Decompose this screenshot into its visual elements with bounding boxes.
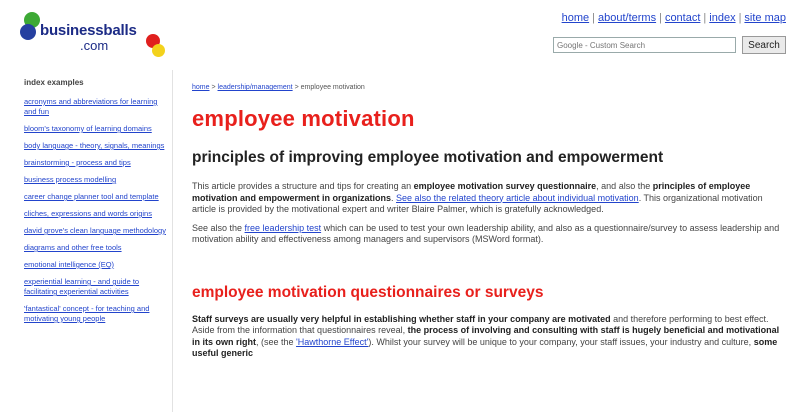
breadcrumb-separator: > xyxy=(294,84,299,91)
sidebar-link[interactable]: emotional intelligence (EQ) xyxy=(24,260,114,269)
sidebar-link[interactable]: brainstorming - process and tips xyxy=(24,158,131,167)
nav-separator: | xyxy=(592,12,595,24)
sidebar-link[interactable]: business process modelling xyxy=(24,175,116,184)
site-header: businessballs .com home | about/terms | cont… xyxy=(0,0,792,68)
nav-link-about[interactable]: about/terms xyxy=(598,12,656,24)
list-item: experiential learning - and guide to fac… xyxy=(24,277,166,297)
paragraph-bold: employee motivation survey questionnaire xyxy=(413,181,597,191)
search-button[interactable]: Search xyxy=(742,36,786,54)
sidebar-title: index examples xyxy=(24,78,84,87)
page-subtitle: principles of improving employee motivat… xyxy=(192,149,664,166)
main-content: home > leadership/management > employee … xyxy=(192,70,784,412)
surveys-paragraph: Staff surveys are usually very helpful i… xyxy=(192,314,784,360)
section-heading: employee motivation questionnaires or su… xyxy=(192,283,544,301)
top-nav: home | about/terms | contact | index | site map xyxy=(562,12,786,24)
sidebar-list: acronyms and abbreviations for learning … xyxy=(16,97,166,324)
paragraph-text: This article provides a structure and ti… xyxy=(192,181,414,191)
sidebar-link[interactable]: body language - theory, signals, meaning… xyxy=(24,141,164,150)
breadcrumb-separator: > xyxy=(211,84,216,91)
sidebar-link[interactable]: acronyms and abbreviations for learning … xyxy=(24,97,157,116)
list-item: bloom's taxonomy of learning domains xyxy=(24,124,166,134)
sidebar-divider xyxy=(172,70,173,412)
logo-blue-dot xyxy=(20,24,36,40)
nav-separator: | xyxy=(703,12,707,24)
sidebar-link[interactable]: bloom's taxonomy of learning domains xyxy=(24,124,152,133)
intro-paragraph: This article provides a structure and ti… xyxy=(192,181,784,216)
paragraph-bold: Staff surveys are usually very helpful i… xyxy=(192,313,611,324)
breadcrumb-current: employee motivation xyxy=(300,84,365,91)
breadcrumb: home > leadership/management > employee … xyxy=(192,84,784,91)
nav-link-site-map[interactable]: site map xyxy=(744,12,786,24)
list-item: body language - theory, signals, meaning… xyxy=(24,141,166,151)
logo-text: businessballs xyxy=(40,22,137,39)
list-item: brainstorming - process and tips xyxy=(24,158,166,168)
nav-link-index[interactable]: index xyxy=(709,12,735,24)
breadcrumb-home[interactable]: home xyxy=(192,84,210,91)
paragraph-text: ). Whilst your survey will be unique to … xyxy=(368,336,754,347)
hawthorne-effect-link[interactable]: 'Hawthorne Effect' xyxy=(296,337,368,347)
leadership-test-link[interactable]: free leadership test xyxy=(245,223,322,233)
list-item: 'fantastical' concept - for teaching and… xyxy=(24,304,166,324)
nav-link-home[interactable]: home xyxy=(562,12,590,24)
sidebar-link[interactable]: 'fantastical' concept - for teaching and… xyxy=(24,304,149,323)
logo-domain: .com xyxy=(80,38,109,53)
sidebar-link[interactable]: cliches, expressions and words origins xyxy=(24,209,152,218)
paragraph-text: , (see the xyxy=(256,336,297,347)
site-logo[interactable]: businessballs .com xyxy=(20,8,170,60)
related-theory-link[interactable]: See also the related theory article abou… xyxy=(396,193,639,203)
page-title: employee motivation xyxy=(192,106,415,131)
nav-link-contact[interactable]: contact xyxy=(665,12,700,24)
list-item: career change planner tool and template xyxy=(24,192,166,202)
sidebar: index examples acronyms and abbreviation… xyxy=(16,70,166,412)
list-item: business process modelling xyxy=(24,175,166,185)
nav-separator: | xyxy=(659,12,662,24)
list-item: david grove's clean language methodology xyxy=(24,226,166,236)
list-item: cliches, expressions and words origins xyxy=(24,209,166,219)
sidebar-link[interactable]: diagrams and other free tools xyxy=(24,243,122,252)
list-item: emotional intelligence (EQ) xyxy=(24,260,166,270)
sidebar-link[interactable]: david grove's clean language methodology xyxy=(24,226,166,235)
paragraph-text: See also the xyxy=(192,222,245,233)
paragraph-text: , and also the xyxy=(596,181,653,191)
sidebar-link[interactable]: experiential learning - and guide to fac… xyxy=(24,277,139,296)
search-input[interactable] xyxy=(553,37,736,53)
list-item: acronyms and abbreviations for learning … xyxy=(24,97,166,117)
logo-yellow-dot xyxy=(152,44,165,57)
breadcrumb-section[interactable]: leadership/management xyxy=(218,84,293,91)
sidebar-link[interactable]: career change planner tool and template xyxy=(24,192,159,201)
leadership-test-paragraph: See also the free leadership test which … xyxy=(192,223,784,246)
list-item: diagrams and other free tools xyxy=(24,243,166,253)
